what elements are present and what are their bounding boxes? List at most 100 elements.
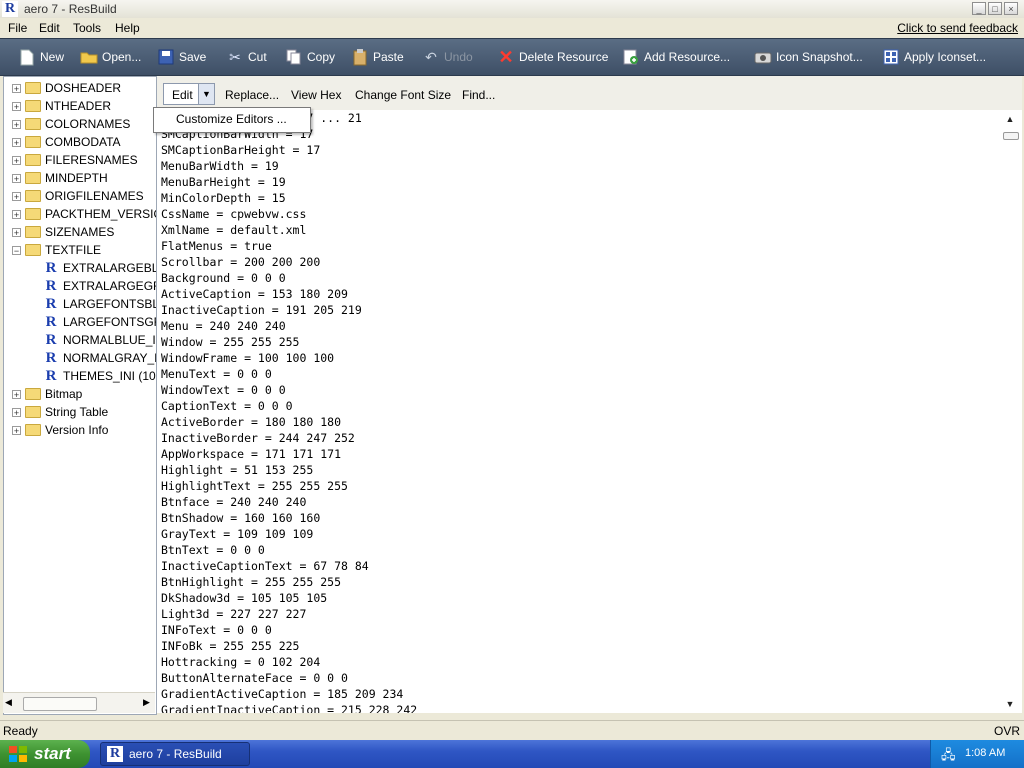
tree-item-textfile[interactable]: − TEXTFILE (12, 241, 101, 259)
editor-vertical-scrollbar[interactable]: ▲ ▼ (1000, 110, 1022, 713)
scroll-up-icon[interactable]: ▲ (1004, 114, 1016, 124)
code-line[interactable]: XmlName = default.xml (161, 222, 417, 238)
code-line[interactable]: ActiveCaption = 153 180 209 (161, 286, 417, 302)
replace-button[interactable]: Replace... (225, 88, 279, 102)
icon-snapshot-button[interactable]: Icon Snapshot... (754, 47, 863, 67)
dropdown-arrow-icon[interactable]: ▼ (198, 84, 214, 104)
collapse-icon[interactable]: − (12, 245, 21, 255)
feedback-link[interactable]: Click to send feedback (897, 21, 1018, 35)
menu-help[interactable]: Help (115, 21, 140, 35)
find-button[interactable]: Find... (462, 88, 495, 102)
menu-edit[interactable]: Edit (39, 21, 60, 35)
code-line[interactable]: Scrollbar = 200 200 200 (161, 254, 417, 270)
expand-icon[interactable]: + (12, 83, 21, 93)
tree-item-resource[interactable]: R LARGEFONTSGR (44, 313, 156, 331)
tree-item-version-info[interactable]: + Version Info (12, 421, 108, 439)
code-line[interactable]: Highlight = 51 153 255 (161, 462, 417, 478)
start-button[interactable]: start (0, 740, 90, 768)
code-line[interactable]: InactiveCaption = 191 205 219 (161, 302, 417, 318)
tree-horizontal-scrollbar[interactable]: ◀ ▶ (3, 692, 155, 713)
tree-item-mindepth[interactable]: + MINDEPTH (12, 169, 108, 187)
code-line[interactable]: InactiveCaptionText = 67 78 84 (161, 558, 417, 574)
code-line[interactable]: SMCaptionBarHeight = 17 (161, 142, 417, 158)
code-line[interactable]: MenuText = 0 0 0 (161, 366, 417, 382)
code-line[interactable]: ActiveBorder = 180 180 180 (161, 414, 417, 430)
code-line[interactable]: Btnface = 240 240 240 (161, 494, 417, 510)
new-button[interactable]: New (18, 47, 64, 67)
tree-item-resource[interactable]: R NORMALGRAY_I (44, 349, 156, 367)
tree-item-combodata[interactable]: + COMBODATA (12, 133, 121, 151)
tree-item-resource[interactable]: R EXTRALARGEBLU (44, 259, 156, 277)
code-line[interactable]: MinColorDepth = 15 (161, 190, 417, 206)
scroll-left-icon[interactable]: ◀ (5, 697, 12, 708)
code-line[interactable]: GradientActiveCaption = 185 209 234 (161, 686, 417, 702)
cut-button[interactable]: ✂ Cut (226, 47, 267, 67)
tree-item-resource[interactable]: R EXTRALARGEGRA (44, 277, 156, 295)
text-editor[interactable]: SMCaptionBarWidth = 17 ... 21SMCaptionBa… (157, 110, 1022, 713)
menu-tools[interactable]: Tools (73, 21, 101, 35)
tree-item-ntheader[interactable]: + NTHEADER (12, 97, 111, 115)
code-line[interactable]: GrayText = 109 109 109 (161, 526, 417, 542)
code-line[interactable]: INFoBk = 255 255 225 (161, 638, 417, 654)
open-button[interactable]: Open... (80, 47, 141, 67)
code-line[interactable]: Window = 255 255 255 (161, 334, 417, 350)
expand-icon[interactable]: + (12, 155, 21, 165)
customize-editors-item[interactable]: Customize Editors ... (176, 112, 287, 126)
expand-icon[interactable]: + (12, 389, 21, 399)
code-line[interactable]: DkShadow3d = 105 105 105 (161, 590, 417, 606)
delete-resource-button[interactable]: ✕ Delete Resource (497, 47, 608, 67)
maximize-button[interactable]: □ (988, 2, 1002, 15)
expand-icon[interactable]: + (12, 191, 21, 201)
code-line[interactable]: Menu = 240 240 240 (161, 318, 417, 334)
expand-icon[interactable]: + (12, 425, 21, 435)
tree-item-string-table[interactable]: + String Table (12, 403, 108, 421)
tree-item-dosheader[interactable]: + DOSHEADER (12, 79, 121, 97)
code-line[interactable]: HighlightText = 255 255 255 (161, 478, 417, 494)
paste-button[interactable]: Paste (351, 47, 404, 67)
code-line[interactable]: MenuBarWidth = 19 (161, 158, 417, 174)
resource-tree[interactable]: + DOSHEADER + NTHEADER + COLORNAMES + COMBOD… (3, 76, 157, 715)
scroll-down-icon[interactable]: ▼ (1004, 699, 1016, 709)
code-text[interactable]: SMCaptionBarWidth = 17 ... 21SMCaptionBa… (161, 110, 417, 713)
network-icon[interactable]: 🖧 (941, 746, 956, 768)
code-line[interactable]: CaptionText = 0 0 0 (161, 398, 417, 414)
scroll-thumb[interactable] (1003, 132, 1019, 140)
code-line[interactable]: MenuBarHeight = 19 (161, 174, 417, 190)
expand-icon[interactable]: + (12, 209, 21, 219)
taskbar-window-button[interactable]: R aero 7 - ResBuild (100, 742, 250, 766)
expand-icon[interactable]: + (12, 137, 21, 147)
code-line[interactable]: BtnHighlight = 255 255 255 (161, 574, 417, 590)
code-line[interactable]: FlatMenus = true (161, 238, 417, 254)
menu-file[interactable]: File (8, 21, 27, 35)
undo-button[interactable]: ↶ Undo (422, 47, 473, 67)
view-hex-button[interactable]: View Hex (291, 88, 341, 102)
tree-item-resource[interactable]: R THEMES_INI (103 (44, 367, 156, 385)
code-line[interactable]: AppWorkspace = 171 171 171 (161, 446, 417, 462)
code-line[interactable]: WindowFrame = 100 100 100 (161, 350, 417, 366)
code-line[interactable]: GradientInactiveCaption = 215 228 242 (161, 702, 417, 713)
expand-icon[interactable]: + (12, 119, 21, 129)
code-line[interactable]: INFoText = 0 0 0 (161, 622, 417, 638)
tree-item-origfilenames[interactable]: + ORIGFILENAMES (12, 187, 144, 205)
code-line[interactable]: WindowText = 0 0 0 (161, 382, 417, 398)
code-line[interactable]: Background = 0 0 0 (161, 270, 417, 286)
code-line[interactable]: ButtonAlternateFace = 0 0 0 (161, 670, 417, 686)
change-font-size-button[interactable]: Change Font Size (355, 88, 451, 102)
expand-icon[interactable]: + (12, 407, 21, 417)
code-line[interactable]: Hottracking = 0 102 204 (161, 654, 417, 670)
tree-item-resource[interactable]: R NORMALBLUE_II (44, 331, 156, 349)
tree-item-colornames[interactable]: + COLORNAMES (12, 115, 130, 133)
code-line[interactable]: InactiveBorder = 244 247 252 (161, 430, 417, 446)
tree-item-sizenames[interactable]: + SIZENAMES (12, 223, 114, 241)
save-button[interactable]: Save (157, 47, 206, 67)
copy-button[interactable]: Copy (285, 47, 335, 67)
code-line[interactable]: BtnText = 0 0 0 (161, 542, 417, 558)
add-resource-button[interactable]: Add Resource... (622, 47, 730, 67)
expand-icon[interactable]: + (12, 173, 21, 183)
code-line[interactable]: Light3d = 227 227 227 (161, 606, 417, 622)
minimize-button[interactable]: _ (972, 2, 986, 15)
tree-item-packthem-version[interactable]: + PACKTHEM_VERSIO (12, 205, 156, 223)
close-button[interactable]: × (1004, 2, 1018, 15)
scroll-thumb[interactable] (23, 697, 97, 711)
tree-item-fileresnames[interactable]: + FILERESNAMES (12, 151, 138, 169)
